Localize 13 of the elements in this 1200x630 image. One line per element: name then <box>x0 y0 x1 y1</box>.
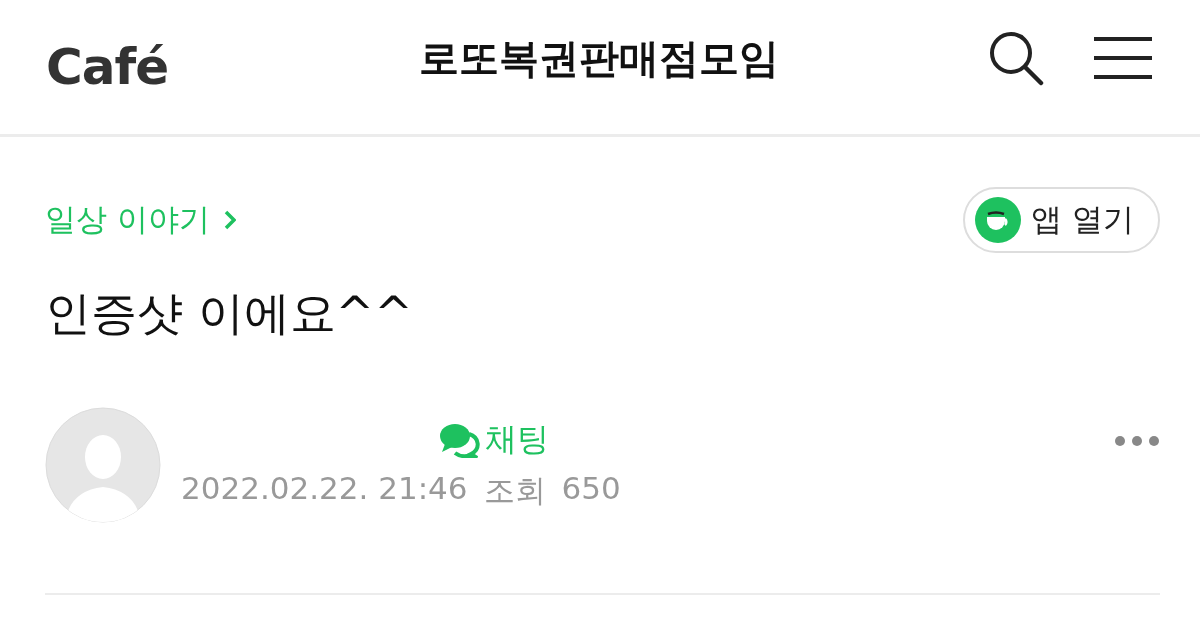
more-icon[interactable] <box>1114 435 1160 447</box>
open-app-button[interactable]: 앱 열기 <box>963 187 1160 253</box>
post-date: 2022.02.22. 21:46 <box>181 470 468 508</box>
chevron-right-icon <box>223 210 236 230</box>
views-label: 조회 <box>483 471 546 510</box>
chat-bubbles-icon <box>439 422 483 458</box>
cafe-logo[interactable]: Café <box>46 38 346 96</box>
cafe-title: 로또복권판매점모임 <box>418 33 780 83</box>
menu-icon[interactable] <box>1094 36 1152 80</box>
search-icon[interactable] <box>988 30 1044 86</box>
view-count: 650 <box>561 470 621 508</box>
post-title: 인증샷 이에요^^ <box>45 285 414 342</box>
cup-icon <box>975 197 1022 243</box>
